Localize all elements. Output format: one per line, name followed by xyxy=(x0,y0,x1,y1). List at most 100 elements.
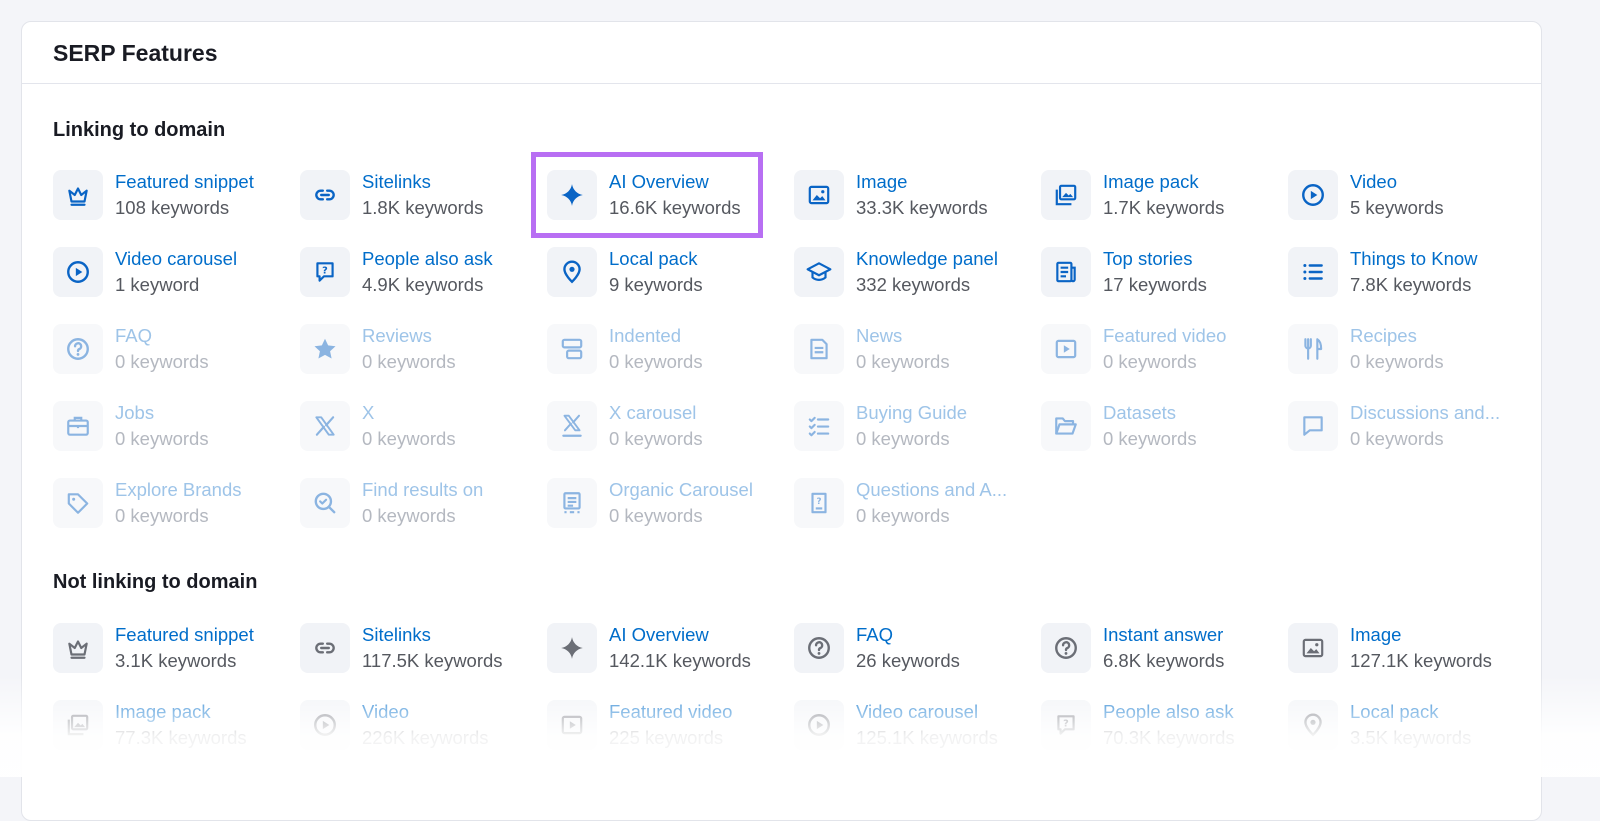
feature-item-faq[interactable]: FAQ 0 keywords xyxy=(53,324,293,376)
feature-item-sitelinks[interactable]: Sitelinks 1.8K keywords xyxy=(300,170,540,222)
feature-label[interactable]: FAQ xyxy=(856,624,893,646)
feature-icon-box xyxy=(547,247,597,297)
feature-icon-box: ? xyxy=(300,247,350,297)
feature-label[interactable]: X xyxy=(362,402,374,424)
feature-icon-box xyxy=(53,170,103,220)
feature-item-indented[interactable]: Indented 0 keywords xyxy=(547,324,787,376)
feature-label[interactable]: Find results on xyxy=(362,479,483,501)
feature-item-featured-snippet[interactable]: Featured snippet 108 keywords xyxy=(53,170,293,222)
feature-item-local-pack[interactable]: Local pack 3.5K keywords xyxy=(1288,700,1528,752)
feature-label[interactable]: FAQ xyxy=(115,325,152,347)
feature-label[interactable]: Knowledge panel xyxy=(856,248,998,270)
feature-label[interactable]: Video carousel xyxy=(856,701,978,723)
feature-label[interactable]: Video xyxy=(362,701,409,723)
feature-item-video-carousel[interactable]: Video carousel 125.1K keywords xyxy=(794,700,1034,752)
feature-icon-box xyxy=(1041,247,1091,297)
feature-icon-box xyxy=(1041,623,1091,673)
feature-item-reviews[interactable]: Reviews 0 keywords xyxy=(300,324,540,376)
feature-label[interactable]: Video xyxy=(1350,171,1397,193)
question-circle-icon xyxy=(67,338,89,360)
feature-label[interactable]: Explore Brands xyxy=(115,479,241,501)
feature-item-organic-carousel[interactable]: Organic Carousel 0 keywords xyxy=(547,478,787,530)
feature-icon-box xyxy=(794,324,844,374)
feature-item-local-pack[interactable]: Local pack 9 keywords xyxy=(547,247,787,299)
feature-label[interactable]: Image pack xyxy=(1103,171,1199,193)
feature-label[interactable]: Top stories xyxy=(1103,248,1192,270)
feature-label[interactable]: Sitelinks xyxy=(362,624,431,646)
feature-item-ai-overview[interactable]: AI Overview 16.6K keywords xyxy=(547,170,787,222)
feature-label[interactable]: Buying Guide xyxy=(856,402,967,424)
feature-label[interactable]: Local pack xyxy=(609,248,697,270)
feature-item-things-to-know[interactable]: Things to Know 7.8K keywords xyxy=(1288,247,1528,299)
feature-item-sitelinks[interactable]: Sitelinks 117.5K keywords xyxy=(300,623,540,675)
feature-label[interactable]: Jobs xyxy=(115,402,154,424)
feature-item-knowledge-panel[interactable]: Knowledge panel 332 keywords xyxy=(794,247,1034,299)
feature-item-discussions-and[interactable]: Discussions and... 0 keywords xyxy=(1288,401,1528,453)
feature-icon-box xyxy=(547,478,597,528)
feature-label[interactable]: Featured snippet xyxy=(115,171,254,193)
feature-label[interactable]: AI Overview xyxy=(609,171,709,193)
play-circle-icon xyxy=(808,714,830,736)
feature-item-questions-and-a[interactable]: ? Questions and A... 0 keywords xyxy=(794,478,1034,530)
feature-item-featured-video[interactable]: Featured video 225 keywords xyxy=(547,700,787,752)
feature-label[interactable]: People also ask xyxy=(1103,701,1234,723)
feature-label[interactable]: Featured snippet xyxy=(115,624,254,646)
video-frame-icon xyxy=(561,715,583,735)
image-icon xyxy=(808,185,830,205)
feature-item-video[interactable]: Video 226K keywords xyxy=(300,700,540,752)
feature-label[interactable]: Video carousel xyxy=(115,248,237,270)
feature-icon-box xyxy=(1288,401,1338,451)
feature-item-video[interactable]: Video 5 keywords xyxy=(1288,170,1528,222)
feature-label[interactable]: Reviews xyxy=(362,325,432,347)
feature-item-people-also-ask[interactable]: ? People also ask 4.9K keywords xyxy=(300,247,540,299)
feature-item-faq[interactable]: FAQ 26 keywords xyxy=(794,623,1034,675)
feature-item-image[interactable]: Image 33.3K keywords xyxy=(794,170,1034,222)
feature-label[interactable]: AI Overview xyxy=(609,624,709,646)
feature-item-recipes[interactable]: Recipes 0 keywords xyxy=(1288,324,1528,376)
feature-label[interactable]: Discussions and... xyxy=(1350,402,1500,424)
feature-label[interactable]: People also ask xyxy=(362,248,493,270)
feature-icon-box xyxy=(53,623,103,673)
feature-label[interactable]: Image pack xyxy=(115,701,211,723)
feature-label[interactable]: Featured video xyxy=(1103,325,1226,347)
feature-keyword-count: 226K keywords xyxy=(362,727,489,748)
feature-label[interactable]: Datasets xyxy=(1103,402,1176,424)
feature-item-explore-brands[interactable]: Explore Brands 0 keywords xyxy=(53,478,293,530)
feature-label[interactable]: News xyxy=(856,325,902,347)
feature-label[interactable]: Image xyxy=(1350,624,1401,646)
feature-item-featured-snippet[interactable]: Featured snippet 3.1K keywords xyxy=(53,623,293,675)
feature-item-jobs[interactable]: Jobs 0 keywords xyxy=(53,401,293,453)
feature-label[interactable]: Image xyxy=(856,171,907,193)
feature-item-buying-guide[interactable]: Buying Guide 0 keywords xyxy=(794,401,1034,453)
feature-item-featured-video[interactable]: Featured video 0 keywords xyxy=(1041,324,1281,376)
feature-item-news[interactable]: News 0 keywords xyxy=(794,324,1034,376)
feature-item-x-carousel[interactable]: X carousel 0 keywords xyxy=(547,401,787,453)
feature-item-find-results-on[interactable]: Find results on 0 keywords xyxy=(300,478,540,530)
feature-item-image-pack[interactable]: Image pack 77.3K keywords xyxy=(53,700,293,752)
feature-item-image[interactable]: Image 127.1K keywords xyxy=(1288,623,1528,675)
feature-item-video-carousel[interactable]: Video carousel 1 keyword xyxy=(53,247,293,299)
feature-item-datasets[interactable]: Datasets 0 keywords xyxy=(1041,401,1281,453)
feature-label[interactable]: Things to Know xyxy=(1350,248,1478,270)
feature-label[interactable]: Featured video xyxy=(609,701,732,723)
svg-text:?: ? xyxy=(1063,719,1069,730)
feature-label[interactable]: Questions and A... xyxy=(856,479,1007,501)
feature-item-top-stories[interactable]: Top stories 17 keywords xyxy=(1041,247,1281,299)
feature-keyword-count: 0 keywords xyxy=(856,351,950,372)
feature-icon-box xyxy=(794,401,844,451)
feature-item-instant-answer[interactable]: Instant answer 6.8K keywords xyxy=(1041,623,1281,675)
feature-label[interactable]: Recipes xyxy=(1350,325,1417,347)
x-logo-icon xyxy=(315,416,335,436)
feature-icon-box xyxy=(53,324,103,374)
feature-item-x[interactable]: X 0 keywords xyxy=(300,401,540,453)
feature-label[interactable]: X carousel xyxy=(609,402,696,424)
feature-label[interactable]: Instant answer xyxy=(1103,624,1223,646)
feature-label[interactable]: Sitelinks xyxy=(362,171,431,193)
feature-label[interactable]: Local pack xyxy=(1350,701,1438,723)
feature-label[interactable]: Indented xyxy=(609,325,681,347)
feature-item-people-also-ask[interactable]: ? People also ask 70.3K keywords xyxy=(1041,700,1281,752)
feature-label[interactable]: Organic Carousel xyxy=(609,479,753,501)
feature-item-image-pack[interactable]: Image pack 1.7K keywords xyxy=(1041,170,1281,222)
feature-keyword-count: 1 keyword xyxy=(115,274,200,295)
feature-item-ai-overview[interactable]: AI Overview 142.1K keywords xyxy=(547,623,787,675)
